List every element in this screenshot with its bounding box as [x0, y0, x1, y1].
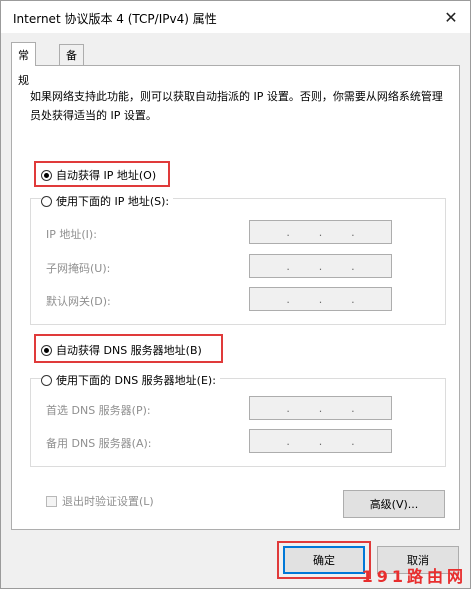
watermark-text: 191路由网: [361, 567, 467, 586]
ip-auto-radio[interactable]: 自动获得 IP 地址(O): [41, 167, 161, 183]
tab-alternate-config[interactable]: 备用配置: [59, 44, 84, 125]
general-panel: 如果网络支持此功能，则可以获取自动指派的 IP 设置。否则，你需要从网络系统管理…: [11, 65, 460, 530]
default-gateway-label: 默认网关(D):: [46, 295, 111, 308]
advanced-button[interactable]: 高级(V)...: [343, 490, 445, 518]
alternate-dns-input[interactable]: ...: [249, 429, 392, 453]
dns-manual-radio[interactable]: 使用下面的 DNS 服务器地址(E):: [41, 372, 220, 388]
radio-icon: [41, 374, 52, 386]
ip-manual-radio[interactable]: 使用下面的 IP 地址(S):: [41, 193, 174, 209]
description-text: 如果网络支持此功能，则可以获取自动指派的 IP 设置。否则，你需要从网络系统管理…: [30, 90, 443, 122]
dns-group-box: [30, 378, 446, 467]
ip-address-label: IP 地址(I):: [46, 228, 97, 241]
subnet-mask-label: 子网掩码(U):: [46, 262, 111, 275]
checkbox-icon: [46, 495, 57, 507]
dialog-window: Internet 协议版本 4 (TCP/IPv4) 属性 ✕ 常规 备用配置 …: [0, 0, 471, 589]
preferred-dns-label: 首选 DNS 服务器(P):: [46, 404, 151, 417]
validate-settings-label: 退出时验证设置(L): [62, 495, 154, 508]
radio-icon: [41, 195, 52, 207]
subnet-mask-input[interactable]: ...: [249, 254, 392, 278]
dns-auto-radio[interactable]: 自动获得 DNS 服务器地址(B): [41, 342, 206, 358]
window-title: Internet 协议版本 4 (TCP/IPv4) 属性: [13, 12, 217, 26]
default-gateway-input[interactable]: ...: [249, 287, 392, 311]
radio-icon-selected: [41, 344, 52, 356]
title-bar: Internet 协议版本 4 (TCP/IPv4) 属性 ✕: [1, 1, 470, 33]
validate-settings-checkbox[interactable]: 退出时验证设置(L): [46, 493, 154, 509]
close-button[interactable]: ✕: [438, 5, 464, 29]
dns-auto-label: 自动获得 DNS 服务器地址(B): [56, 344, 202, 357]
dns-manual-label: 使用下面的 DNS 服务器地址(E):: [56, 374, 216, 387]
preferred-dns-input[interactable]: ...: [249, 396, 392, 420]
tab-general[interactable]: 常规: [11, 42, 36, 87]
ip-address-input[interactable]: ...: [249, 220, 392, 244]
radio-icon-selected: [41, 169, 52, 181]
ip-manual-label: 使用下面的 IP 地址(S):: [56, 195, 170, 208]
ok-button[interactable]: 确定: [283, 546, 365, 574]
alternate-dns-label: 备用 DNS 服务器(A):: [46, 437, 152, 450]
ip-auto-label: 自动获得 IP 地址(O): [56, 169, 157, 182]
close-icon: ✕: [444, 7, 458, 27]
